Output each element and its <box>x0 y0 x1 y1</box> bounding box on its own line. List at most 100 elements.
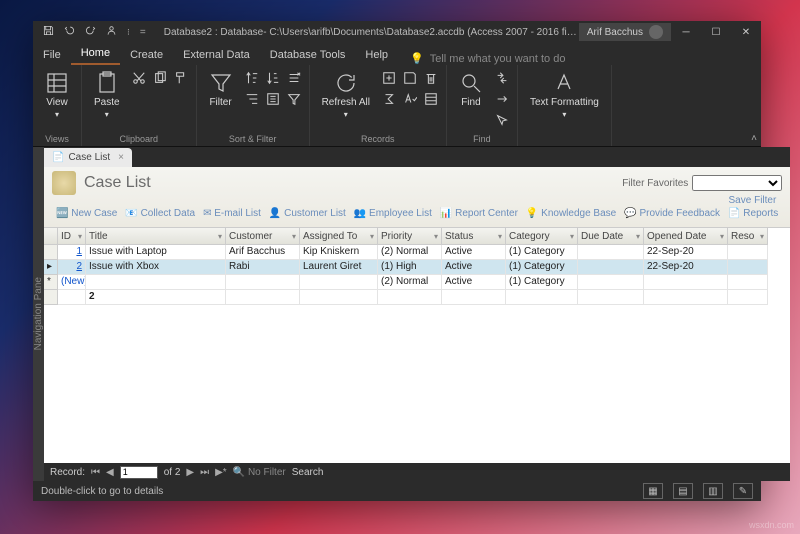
record-position-input[interactable] <box>120 466 158 479</box>
filter-button[interactable]: Filter <box>203 69 239 110</box>
save-icon[interactable] <box>43 25 54 39</box>
selection-icon[interactable] <box>243 90 261 108</box>
tab-database-tools[interactable]: Database Tools <box>260 46 356 65</box>
col-header[interactable]: Due Date▾ <box>578 228 644 245</box>
table-cell[interactable]: (2) Normal <box>378 275 442 290</box>
table-cell[interactable]: Rabi <box>226 260 300 275</box>
table-cell[interactable]: Arif Bacchus <box>226 245 300 260</box>
table-cell[interactable] <box>578 245 644 260</box>
format-painter-icon[interactable] <box>172 69 190 87</box>
save-filter-link[interactable]: Save Filter <box>52 195 782 206</box>
minimize-button[interactable]: ─ <box>671 21 701 43</box>
table-cell[interactable] <box>578 260 644 275</box>
table-cell[interactable] <box>226 275 300 290</box>
cmd-customer-list[interactable]: 👤 Customer List <box>269 208 346 219</box>
col-header[interactable]: Title▾ <box>86 228 226 245</box>
table-cell[interactable]: (1) High <box>378 260 442 275</box>
cmd-collect-data[interactable]: 📧 Collect Data <box>125 208 195 219</box>
select-icon[interactable] <box>493 111 511 129</box>
table-cell[interactable]: 1 <box>58 245 86 260</box>
navigation-pane-collapsed[interactable]: Navigation Pane <box>33 147 44 481</box>
layout-view-button[interactable]: ▥ <box>703 483 723 499</box>
cmd-new-case[interactable]: 🆕 New Case <box>56 208 117 219</box>
datasheet-view-button[interactable]: ▦ <box>643 483 663 499</box>
tab-external-data[interactable]: External Data <box>173 46 260 65</box>
table-cell[interactable]: (2) Normal <box>378 245 442 260</box>
filter-favorites-select[interactable] <box>692 175 782 191</box>
paste-button[interactable]: Paste ▾ <box>88 69 126 121</box>
table-cell[interactable]: (1) Category <box>506 275 578 290</box>
col-header[interactable] <box>44 228 58 245</box>
new-record-icon[interactable] <box>380 69 398 87</box>
next-record-icon[interactable]: ▶ <box>186 467 194 478</box>
tell-me-search[interactable]: 💡 Tell me what you want to do <box>398 52 761 65</box>
close-tab-icon[interactable]: × <box>118 152 124 163</box>
table-cell[interactable] <box>728 245 768 260</box>
no-filter-indicator[interactable]: 🔍 No Filter <box>233 467 286 478</box>
col-header[interactable]: Category▾ <box>506 228 578 245</box>
row-selector[interactable]: ▸ <box>44 260 58 275</box>
spelling-icon[interactable] <box>401 90 419 108</box>
object-tab-case-list[interactable]: 📄 Case List × <box>44 148 132 167</box>
table-cell[interactable]: Kip Kniskern <box>300 245 378 260</box>
copy-icon[interactable] <box>151 69 169 87</box>
first-record-icon[interactable]: ⏮ <box>91 467 100 478</box>
undo-icon[interactable] <box>64 25 75 39</box>
close-button[interactable]: ✕ <box>731 21 761 43</box>
text-formatting-button[interactable]: Text Formatting ▾ <box>524 69 605 121</box>
table-cell[interactable]: (1) Category <box>506 245 578 260</box>
delete-record-icon[interactable] <box>422 69 440 87</box>
table-cell[interactable]: (1) Category <box>506 260 578 275</box>
table-cell[interactable] <box>644 275 728 290</box>
cut-icon[interactable] <box>130 69 148 87</box>
sort-desc-icon[interactable] <box>264 69 282 87</box>
table-cell[interactable]: Laurent Giret <box>300 260 378 275</box>
table-cell[interactable]: Active <box>442 275 506 290</box>
table-cell[interactable] <box>300 275 378 290</box>
view-button[interactable]: View ▾ <box>39 69 75 121</box>
tab-file[interactable]: File <box>33 46 71 65</box>
collapse-ribbon-icon[interactable]: ˄ <box>751 133 757 144</box>
find-button[interactable]: Find <box>453 69 489 110</box>
tab-create[interactable]: Create <box>120 46 173 65</box>
table-cell[interactable]: 22-Sep-20 <box>644 260 728 275</box>
redo-icon[interactable] <box>85 25 96 39</box>
table-cell[interactable]: Active <box>442 245 506 260</box>
table-cell[interactable]: Active <box>442 260 506 275</box>
cmd-employee-list[interactable]: 👥 Employee List <box>354 208 432 219</box>
prev-record-icon[interactable]: ◀ <box>106 467 114 478</box>
table-cell[interactable]: 2 <box>58 260 86 275</box>
toggle-filter-icon[interactable] <box>285 90 303 108</box>
qat-overflow-icon[interactable]: ⁝ <box>127 27 130 38</box>
col-header[interactable]: Customer▾ <box>226 228 300 245</box>
col-header[interactable]: ID▾ <box>58 228 86 245</box>
col-header[interactable]: Priority▾ <box>378 228 442 245</box>
advanced-icon[interactable] <box>264 90 282 108</box>
goto-icon[interactable] <box>493 90 511 108</box>
table-cell[interactable] <box>728 275 768 290</box>
col-header[interactable]: Status▾ <box>442 228 506 245</box>
clear-sort-icon[interactable] <box>285 69 303 87</box>
sort-asc-icon[interactable] <box>243 69 261 87</box>
account-icon[interactable] <box>106 25 117 39</box>
maximize-button[interactable]: ☐ <box>701 21 731 43</box>
row-selector[interactable] <box>44 245 58 260</box>
table-cell[interactable]: Issue with Laptop <box>86 245 226 260</box>
new-record-nav-icon[interactable]: ▶* <box>215 467 227 478</box>
user-account[interactable]: Arif Bacchus <box>579 23 671 41</box>
cmd-reports[interactable]: 📄 Reports <box>728 208 778 219</box>
more-records-icon[interactable] <box>422 90 440 108</box>
table-cell[interactable] <box>86 275 226 290</box>
design-view-button[interactable]: ✎ <box>733 483 753 499</box>
cmd-email-list[interactable]: ✉ E-mail List <box>203 208 261 219</box>
form-view-button[interactable]: ▤ <box>673 483 693 499</box>
table-cell[interactable]: (New) <box>58 275 86 290</box>
col-header[interactable]: Assigned To▾ <box>300 228 378 245</box>
cmd-knowledge-base[interactable]: 💡 Knowledge Base <box>526 208 616 219</box>
cmd-provide-feedback[interactable]: 💬 Provide Feedback <box>624 208 720 219</box>
tab-help[interactable]: Help <box>355 46 398 65</box>
table-cell[interactable]: 22-Sep-20 <box>644 245 728 260</box>
save-record-icon[interactable] <box>401 69 419 87</box>
col-header[interactable]: Opened Date▾ <box>644 228 728 245</box>
cmd-report-center[interactable]: 📊 Report Center <box>440 208 518 219</box>
